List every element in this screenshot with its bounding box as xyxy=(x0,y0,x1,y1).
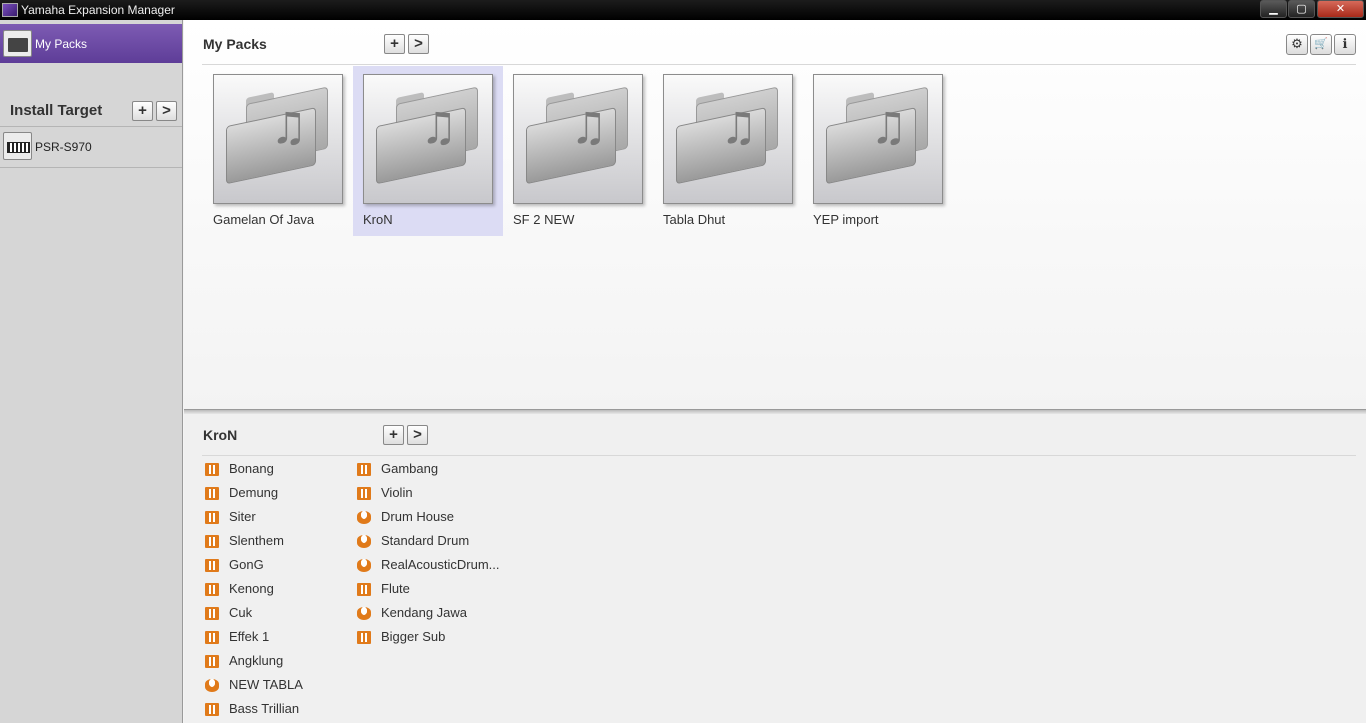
minimize-button[interactable]: ▁ xyxy=(1260,0,1287,18)
pack-label: YEP import xyxy=(813,212,879,227)
packs-panel: My Packs + > ⚙ 🛒 ℹ ♫ Gamelan Of Java ♫ KroN… xyxy=(184,20,1366,409)
drum-icon xyxy=(357,535,371,548)
info-icon[interactable]: ℹ xyxy=(1334,34,1356,55)
keyboard-icon xyxy=(357,631,371,644)
sidebar-item-my-packs[interactable]: My Packs xyxy=(0,24,182,63)
sidebar-item-device[interactable]: PSR-S970 xyxy=(0,127,182,167)
drum-icon xyxy=(357,511,371,524)
drum-icon xyxy=(205,679,219,692)
voice-label: RealAcousticDrum... xyxy=(381,557,500,572)
drum-icon xyxy=(357,607,371,620)
keyboard-device-icon xyxy=(3,132,32,160)
keyboard-icon xyxy=(205,559,219,572)
pack-tile[interactable]: ♫ SF 2 NEW xyxy=(503,66,653,236)
voice-label: Kenong xyxy=(229,581,274,596)
keyboard-icon xyxy=(205,511,219,524)
voice-label: Bass Trillian xyxy=(229,701,300,716)
app-icon xyxy=(2,3,18,17)
sidebar: My Packs Install Target + > PSR-S970 xyxy=(0,20,183,723)
window-titlebar: Yamaha Expansion Manager ▁ ▢ ✕ xyxy=(0,0,1366,20)
pack-tile[interactable]: ♫ Tabla Dhut xyxy=(653,66,803,236)
keyboard-icon xyxy=(205,655,219,668)
packs-next-button[interactable]: > xyxy=(408,34,429,54)
window-title: Yamaha Expansion Manager xyxy=(21,3,175,17)
voice-label: Siter xyxy=(229,509,256,524)
pack-detail-title: KroN xyxy=(203,427,238,443)
pack-folder-icon: ♫ xyxy=(363,74,493,204)
install-target-next-button[interactable]: > xyxy=(156,101,177,121)
voice-label: Slenthem xyxy=(229,533,284,548)
install-target-title: Install Target xyxy=(10,102,103,119)
drum-icon xyxy=(357,559,371,572)
keyboard-icon xyxy=(205,487,219,500)
voice-label: Cuk xyxy=(229,605,253,620)
voice-label: Flute xyxy=(381,581,410,596)
pack-label: Tabla Dhut xyxy=(663,212,726,227)
divider xyxy=(202,64,1356,65)
pack-detail-panel: KroN + > Bonang Demung Siter Slenthem GonG Ke… xyxy=(184,414,1366,723)
pack-tile[interactable]: ♫ Gamelan Of Java xyxy=(203,66,353,236)
keyboard-icon xyxy=(357,583,371,596)
pack-label: KroN xyxy=(363,212,393,227)
divider xyxy=(202,455,1356,456)
settings-icon[interactable]: ⚙ xyxy=(1286,34,1308,55)
voice-label: Standard Drum xyxy=(381,533,470,548)
voice-label: Kendang Jawa xyxy=(381,605,468,620)
add-install-target-button[interactable]: + xyxy=(132,101,153,121)
voice-label: Violin xyxy=(381,485,413,500)
divider xyxy=(0,167,182,168)
pack-folder-icon: ♫ xyxy=(663,74,793,204)
maximize-button[interactable]: ▢ xyxy=(1288,0,1315,18)
device-label: PSR-S970 xyxy=(35,140,92,154)
add-pack-button[interactable]: + xyxy=(384,34,405,54)
voice-label: Bonang xyxy=(229,461,274,476)
voice-label: Bigger Sub xyxy=(381,629,446,644)
pack-folder-icon: ♫ xyxy=(513,74,643,204)
keyboard-icon xyxy=(205,703,219,716)
cart-icon[interactable]: 🛒 xyxy=(1310,34,1332,55)
pack-label: Gamelan Of Java xyxy=(213,212,315,227)
close-button[interactable]: ✕ xyxy=(1317,0,1364,18)
pack-tile[interactable]: ♫ YEP import xyxy=(803,66,953,236)
packs-panel-title: My Packs xyxy=(203,36,267,52)
keyboard-icon xyxy=(205,583,219,596)
folder-icon xyxy=(3,30,32,57)
voice-label: Drum House xyxy=(381,509,454,524)
keyboard-icon xyxy=(205,631,219,644)
pack-label: SF 2 NEW xyxy=(513,212,575,227)
voice-label: GonG xyxy=(229,557,264,572)
add-voice-button[interactable]: + xyxy=(383,425,404,445)
pack-folder-icon: ♫ xyxy=(213,74,343,204)
voice-label: Gambang xyxy=(381,461,439,476)
voice-label: Angklung xyxy=(229,653,284,668)
keyboard-icon xyxy=(357,463,371,476)
keyboard-icon xyxy=(205,463,219,476)
keyboard-icon xyxy=(357,487,371,500)
pack-tile[interactable]: ♫ KroN xyxy=(353,66,503,236)
pack-detail-next-button[interactable]: > xyxy=(407,425,428,445)
sidebar-item-label: My Packs xyxy=(35,37,88,51)
keyboard-icon xyxy=(205,607,219,620)
voice-label: Demung xyxy=(229,485,279,500)
voice-label: Effek 1 xyxy=(229,629,270,644)
pack-folder-icon: ♫ xyxy=(813,74,943,204)
keyboard-icon xyxy=(205,535,219,548)
voice-label: NEW TABLA xyxy=(229,677,303,692)
